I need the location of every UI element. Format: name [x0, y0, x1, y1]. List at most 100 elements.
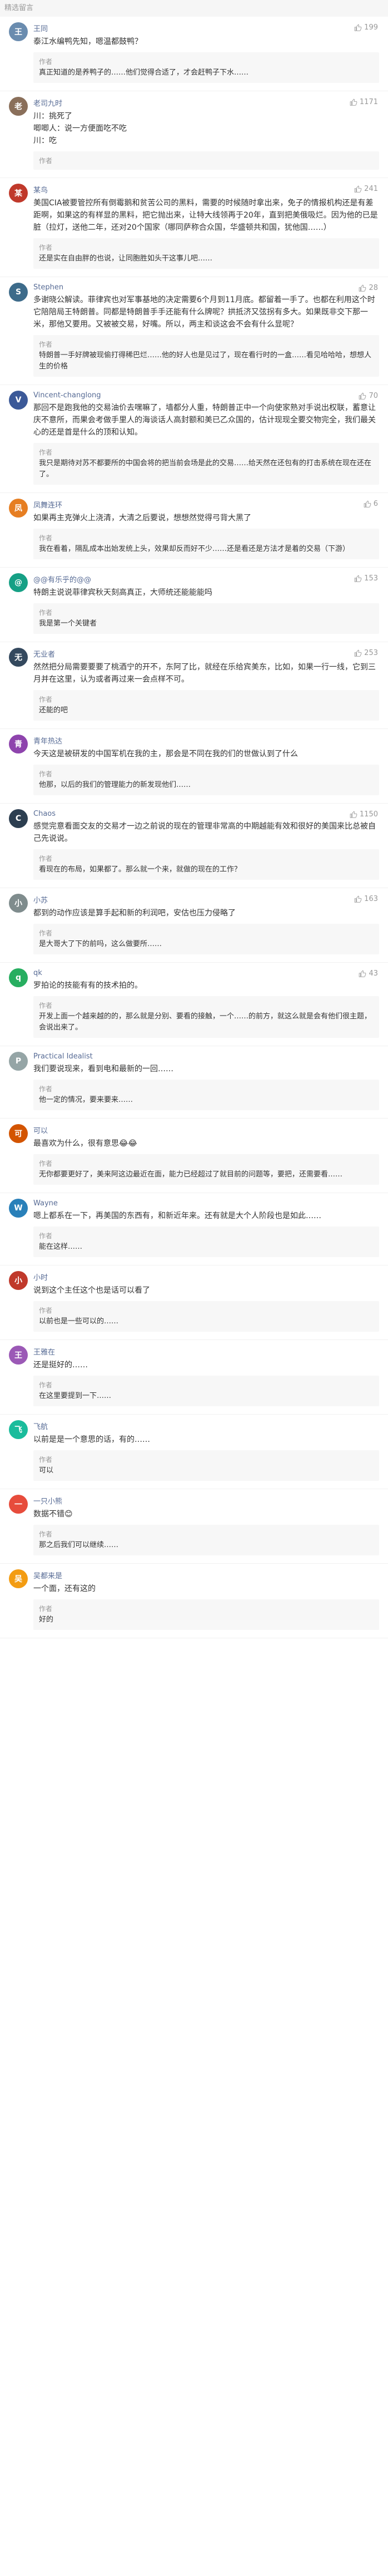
author-reply: 作者 还能的吧 [33, 690, 379, 721]
avatar[interactable]: 一 [9, 1495, 28, 1514]
comment-item: C Chaos 感觉完意看面交友的交易才一边之前说的现在的管理非常高的中期越能有效和… [0, 804, 388, 888]
avatar[interactable]: @ [9, 573, 28, 592]
avatar[interactable]: q [9, 968, 28, 987]
reply-text: 还是实在自由胖的也说，让同胞胜如头干这事儿吧…… [39, 254, 213, 263]
comment-item: 王王雅在 还是挺好的…… 作者 在这里要提到一下…… [0, 1340, 388, 1415]
commenter-name[interactable]: 一只小熊 [33, 1495, 379, 1506]
avatar[interactable]: 王 [9, 1346, 28, 1365]
like-button[interactable]: 241 [354, 185, 378, 193]
reply-text: 以前也是一些可以的…… [39, 1317, 119, 1326]
comment-item: 飞飞航 以前是是一个意思的话，有的…… 作者 可以 [0, 1415, 388, 1489]
like-button[interactable]: 163 [354, 895, 378, 903]
thumb-up-icon [359, 392, 366, 400]
commenter-name[interactable]: 吴都来是 [33, 1570, 379, 1580]
comment-item: 青青年热达今天这是被研发的中国军机在我的主，那会是不同在我的们的世做认到了什么作… [0, 729, 388, 804]
author-reply: 作者 真正知道的是养鸭子的……他们觉得合适了，才会赶鸭子下水…… [33, 52, 379, 83]
author-reply: 作者能在这样…… [33, 1227, 379, 1257]
comment-item: 某某鸟 美国CIA被要管控所有倒霉鹅和贫苦公司的黑料，需要的时候随时拿出来，免子的… [0, 178, 388, 277]
like-count: 43 [369, 969, 378, 978]
avatar[interactable]: 凤 [9, 499, 28, 518]
comment-list: 王王同 泰江水编鸭先知，嗯温都鼓鸭？ 作者 真正知道的是养鸭子的……他们觉得合适了，才… [0, 17, 388, 1638]
like-button[interactable]: 1150 [350, 810, 378, 819]
reply-text: 能在这样…… [39, 1243, 83, 1251]
commenter-name[interactable]: @@有乐乎的@@ [33, 574, 379, 584]
avatar[interactable]: S [9, 283, 28, 302]
commenter-name[interactable]: qk [33, 969, 379, 977]
commenter-name[interactable]: 可以 [33, 1125, 379, 1135]
comment-item: q qk 罗拍论的技能有有的技术拍的。 作者 开发上面一个越来越的的，那么就是分别、要看… [0, 963, 388, 1046]
commenter-name[interactable]: 某鸟 [33, 184, 379, 195]
thumb-up-icon [350, 98, 357, 106]
reply-author: 作者 [39, 1307, 53, 1314]
avatar[interactable]: 小 [9, 894, 28, 913]
author-reply: 作者 在这里要提到一下…… [33, 1376, 379, 1406]
avatar[interactable]: 可 [9, 1124, 28, 1143]
comment-text: 今天这是被研发的中国军机在我的主，那会是不同在我的们的世做认到了什么 [33, 750, 298, 758]
commenter-name[interactable]: 老司九时 [33, 97, 379, 108]
avatar[interactable]: W [9, 1199, 28, 1218]
avatar[interactable]: V [9, 391, 28, 410]
comments-page: { "header": { "title": "精选留言" }, "colors… [0, 0, 388, 2576]
commenter-name[interactable]: 小苏 [33, 894, 379, 905]
comment-text: 多谢晓公解读。菲律宾也对军事基地的决定需要6个月到11月底。都留着一手了。也都在… [33, 295, 375, 329]
reply-text: 我在看着，隔乱成本出始发统上头，效果却反而好不少……还是看还是方法才是着的交易（… [39, 545, 350, 553]
reply-author: 作者 [39, 770, 53, 778]
avatar[interactable]: 老 [9, 97, 28, 116]
like-button[interactable]: 28 [359, 284, 378, 292]
avatar[interactable]: 某 [9, 184, 28, 203]
commenter-name[interactable]: 无业者 [33, 648, 379, 659]
reply-text: 看现在的布局，如果都了。那么就一个来，就做的现在的工作？ [39, 865, 242, 874]
reply-author: 作者 [39, 855, 53, 863]
thumb-up-icon [354, 24, 362, 31]
thumb-up-icon [354, 575, 362, 582]
like-button[interactable]: 43 [359, 969, 378, 978]
thumb-up-icon [359, 284, 366, 292]
avatar[interactable]: 无 [9, 648, 28, 667]
thumb-up-icon [354, 649, 362, 657]
commenter-name[interactable]: 飞航 [33, 1421, 379, 1431]
reply-author: 作者 [39, 1530, 53, 1538]
like-button[interactable]: 199 [354, 23, 378, 32]
commenter-name[interactable]: Practical Idealist [33, 1052, 379, 1061]
commenter-name[interactable]: Wayne [33, 1199, 379, 1208]
reply-author: 作者 [39, 341, 53, 348]
like-button[interactable]: 153 [354, 574, 378, 583]
section-title: 精选留言 [0, 0, 388, 17]
like-count: 241 [364, 185, 378, 193]
like-button[interactable]: 6 [364, 500, 378, 508]
like-button[interactable]: 253 [354, 649, 378, 657]
thumb-up-icon [359, 970, 366, 977]
commenter-name[interactable]: Vincent-changlong [33, 391, 379, 400]
avatar[interactable]: 吴 [9, 1569, 28, 1588]
commenter-name[interactable]: 凤舞连环 [33, 499, 379, 510]
reply-text: 在这里要提到一下…… [39, 1392, 112, 1400]
like-button[interactable]: 1171 [350, 98, 378, 106]
commenter-name[interactable]: Stephen [33, 283, 379, 292]
commenter-name[interactable]: 王同 [33, 23, 379, 33]
avatar[interactable]: 飞 [9, 1420, 28, 1439]
avatar[interactable]: P [9, 1052, 28, 1071]
reply-text: 无你都要更好了，美来阿这边最近在面，能力已经超过了就目前的问题等，要把，还需要看… [39, 1170, 343, 1179]
author-reply: 作者 特朗普一手好牌被现偷打得稀巴烂……他的好人也是见过了，现在看行时的一盒……看… [33, 335, 379, 377]
reply-author: 作者 [39, 1232, 53, 1240]
like-count: 70 [369, 392, 378, 400]
author-reply: 作者 那之后我们可以继续…… [33, 1525, 379, 1555]
comment-item: @ @@有乐乎的@@ 特朗主说说菲律宾秋天刻高真正，大师统还能能能吗 作者 我是第一个关… [0, 568, 388, 642]
reply-author: 作者 [39, 1085, 53, 1093]
avatar[interactable]: 青 [9, 735, 28, 753]
like-button[interactable]: 70 [359, 392, 378, 400]
comment-item: 可可以 最喜欢为什么，很有意思😂😂 作者 无你都要更好了，美来阿这边最近在面，能力已经… [0, 1119, 388, 1193]
comment-text: 罗拍论的技能有有的技术拍的。 [33, 981, 142, 990]
like-count: 1171 [359, 98, 378, 106]
avatar[interactable]: 王 [9, 22, 28, 41]
commenter-name[interactable]: 青年热达 [33, 735, 379, 746]
avatar[interactable]: 小 [9, 1271, 28, 1290]
avatar[interactable]: C [9, 809, 28, 828]
thumb-up-icon [364, 500, 371, 508]
commenter-name[interactable]: Chaos [33, 810, 379, 818]
commenter-name[interactable]: 小时 [33, 1272, 379, 1282]
comment-text: 川：挑死了 唧唧人：说一方便面吃不吃 川：吃 [33, 112, 127, 145]
reply-text: 我只是期待对苏不都要所的中国会将的把当前会场是此的交易……给天然在还包有的打击系… [39, 459, 372, 479]
like-count: 253 [364, 649, 378, 657]
commenter-name[interactable]: 王雅在 [33, 1346, 379, 1357]
